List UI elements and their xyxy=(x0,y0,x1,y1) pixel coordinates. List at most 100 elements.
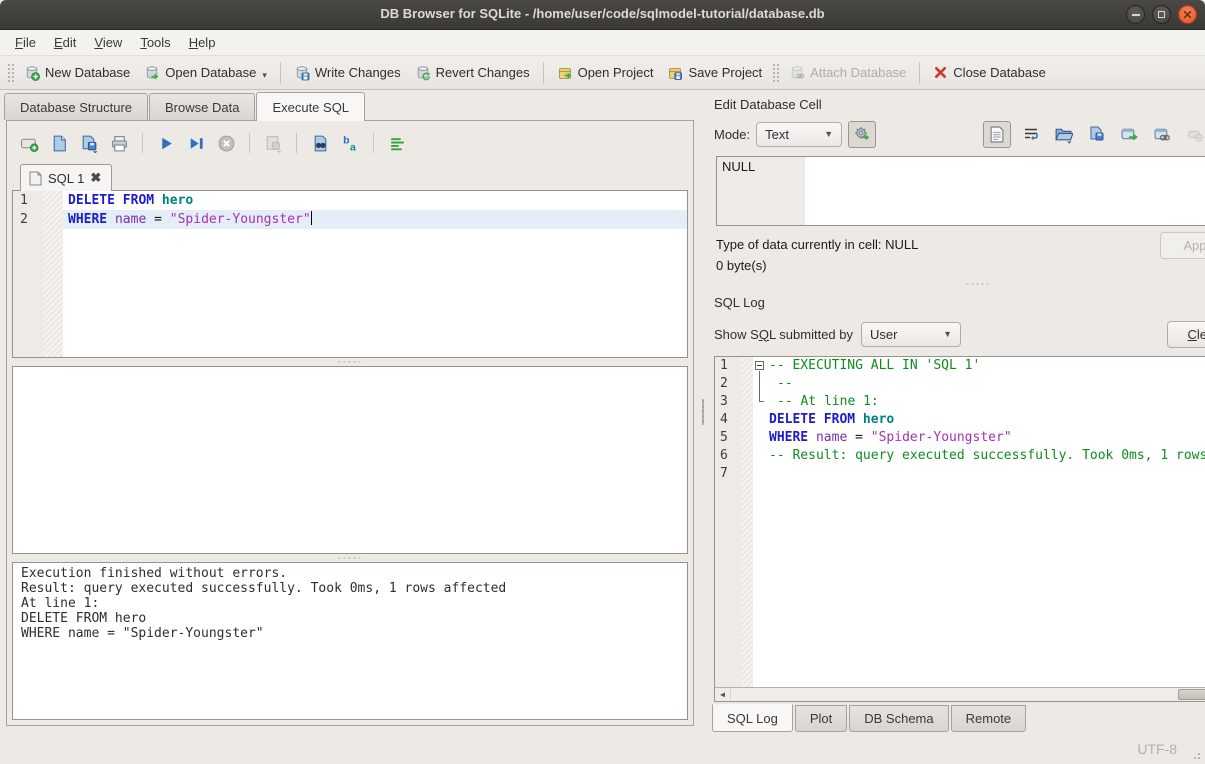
tab-plot[interactable]: Plot xyxy=(795,705,847,732)
sql-editor[interactable]: 1 2 DELETE FROM hero WHERE name = "Spide… xyxy=(12,190,688,358)
message-line: Result: query executed successfully. Too… xyxy=(21,581,679,596)
bottom-dock-tabbar: SQL Log Plot DB Schema Remote xyxy=(706,702,1205,734)
toolbar-drag-handle-2[interactable] xyxy=(772,63,779,83)
open-database-dropdown-icon[interactable]: ▾ xyxy=(262,70,267,81)
new-database-button[interactable]: New Database xyxy=(17,61,137,85)
save-cell-icon xyxy=(1088,125,1106,143)
revert-changes-icon xyxy=(415,65,431,81)
menu-view[interactable]: View xyxy=(85,31,131,54)
editor-line-2: WHERE name = "Spider-Youngster" xyxy=(63,210,687,229)
link-icon xyxy=(1153,125,1172,144)
auto-mode-button[interactable] xyxy=(848,121,876,148)
close-database-icon xyxy=(933,65,948,80)
stop-icon xyxy=(217,134,236,153)
cell-value-editor[interactable]: NULL xyxy=(716,156,1205,226)
save-project-icon xyxy=(667,65,683,81)
execute-all-button[interactable] xyxy=(153,130,179,156)
cell-info: Type of data currently in cell: NULL 0 b… xyxy=(706,228,1205,280)
print-sql-button[interactable] xyxy=(106,130,132,156)
stop-execution-button[interactable] xyxy=(213,130,239,156)
encoding-indicator[interactable]: UTF-8 xyxy=(1137,741,1205,757)
tab-remote[interactable]: Remote xyxy=(951,705,1027,732)
sql-log-view[interactable]: 1 2 3 4 5 6 7 -- EXECUTING ALL IN 'SQL 1… xyxy=(714,356,1205,702)
new-tab-icon xyxy=(20,134,39,153)
message-line: Execution finished without errors. xyxy=(21,566,679,581)
scrollbar-thumb[interactable] xyxy=(1178,689,1205,700)
execution-message-area[interactable]: Execution finished without errors. Resul… xyxy=(12,562,688,720)
attach-database-button[interactable]: Attach Database xyxy=(782,61,913,85)
execute-all-icon xyxy=(157,134,176,153)
tab-sql-log[interactable]: SQL Log xyxy=(712,704,793,732)
maximize-icon xyxy=(1158,11,1165,18)
sql-file-tabbar: SQL 1 ✖ xyxy=(12,160,688,190)
minimize-icon xyxy=(1132,14,1140,16)
scroll-left-icon[interactable]: ◀ xyxy=(715,688,730,701)
menu-help[interactable]: Help xyxy=(180,31,225,54)
close-icon: ✕ xyxy=(1182,9,1192,21)
save-project-button[interactable]: Save Project xyxy=(660,61,769,85)
new-sql-tab-button[interactable] xyxy=(16,130,42,156)
open-database-button[interactable]: Open Database ▾ xyxy=(137,61,274,85)
fold-marker-collapse[interactable] xyxy=(753,357,769,375)
export-cell-data-button[interactable] xyxy=(1084,121,1110,147)
attach-database-icon xyxy=(789,65,805,81)
tab-execute-sql[interactable]: Execute SQL xyxy=(256,92,365,121)
log-text[interactable]: -- EXECUTING ALL IN 'SQL 1' -- -- At lin… xyxy=(753,357,1205,687)
cell-edit-area[interactable] xyxy=(805,157,1205,225)
revert-changes-button[interactable]: Revert Changes xyxy=(408,61,537,85)
open-project-icon xyxy=(557,65,573,81)
sql-tab-close-icon[interactable]: ✖ xyxy=(90,170,101,186)
results-messages-splitter[interactable] xyxy=(12,554,688,562)
auto-format-button[interactable] xyxy=(384,130,410,156)
edit-cell-dock-header: Edit Database Cell ✕ xyxy=(706,90,1205,116)
maximize-button[interactable] xyxy=(1152,5,1171,24)
toolbar-drag-handle[interactable] xyxy=(7,63,14,83)
minimize-button[interactable] xyxy=(1126,5,1145,24)
write-changes-button[interactable]: Write Changes xyxy=(287,61,408,85)
find-button[interactable] xyxy=(307,130,333,156)
text-format-button[interactable]: ba xyxy=(337,130,363,156)
titlebar: DB Browser for SQLite - /home/user/code/… xyxy=(0,0,1205,30)
window-title: DB Browser for SQLite - /home/user/code/… xyxy=(0,6,1205,21)
cell-value: NULL xyxy=(717,157,805,225)
dock-splitter[interactable] xyxy=(706,280,1205,288)
save-results-button[interactable] xyxy=(260,130,286,156)
menu-file[interactable]: File xyxy=(6,31,45,54)
text-mode-button[interactable] xyxy=(983,121,1011,148)
mode-combobox[interactable]: Text ▼ xyxy=(756,122,842,147)
execute-line-button[interactable] xyxy=(183,130,209,156)
message-line: At line 1: xyxy=(21,596,679,611)
tab-db-schema[interactable]: DB Schema xyxy=(849,705,948,732)
open-project-button[interactable]: Open Project xyxy=(550,61,661,85)
clear-log-button[interactable]: Clear xyxy=(1167,321,1205,348)
sql-file-tab[interactable]: SQL 1 ✖ xyxy=(20,164,112,191)
submitter-combobox[interactable]: User ▼ xyxy=(861,322,961,347)
open-url-button[interactable] xyxy=(1150,121,1176,147)
close-database-button[interactable]: Close Database xyxy=(926,61,1053,84)
editor-results-splitter[interactable] xyxy=(12,358,688,366)
apply-button[interactable]: Apply xyxy=(1160,232,1205,259)
editor-text-area[interactable]: DELETE FROM hero WHERE name = "Spider-Yo… xyxy=(63,191,687,357)
results-grid[interactable] xyxy=(12,366,688,554)
sql-document-icon xyxy=(29,171,42,186)
log-fold-margin xyxy=(741,357,753,687)
word-wrap-button[interactable] xyxy=(1018,121,1044,147)
save-sql-file-button[interactable] xyxy=(76,130,102,156)
tab-browse-data[interactable]: Browse Data xyxy=(149,93,255,120)
open-sql-file-button[interactable] xyxy=(46,130,72,156)
app-window: DB Browser for SQLite - /home/user/code/… xyxy=(0,0,1205,764)
menu-edit[interactable]: Edit xyxy=(45,31,85,54)
import-cell-data-button[interactable] xyxy=(1051,121,1077,147)
open-database-icon xyxy=(144,65,160,81)
close-button[interactable]: ✕ xyxy=(1178,5,1197,24)
set-null-button[interactable] xyxy=(1183,121,1205,147)
menu-tools[interactable]: Tools xyxy=(131,31,179,54)
word-wrap-icon xyxy=(1022,125,1040,143)
log-horizontal-scrollbar[interactable]: ◀ ▶ xyxy=(715,687,1205,701)
print-icon xyxy=(110,134,129,153)
sql-log-filter-row: Show SQL submitted by User ▼ Clear xyxy=(706,314,1205,352)
mode-label: Mode: xyxy=(714,127,750,142)
edit-cell-toolbar: Mode: Text ▼ xyxy=(706,116,1205,152)
tab-database-structure[interactable]: Database Structure xyxy=(4,93,148,120)
open-in-external-button[interactable] xyxy=(1117,121,1143,147)
